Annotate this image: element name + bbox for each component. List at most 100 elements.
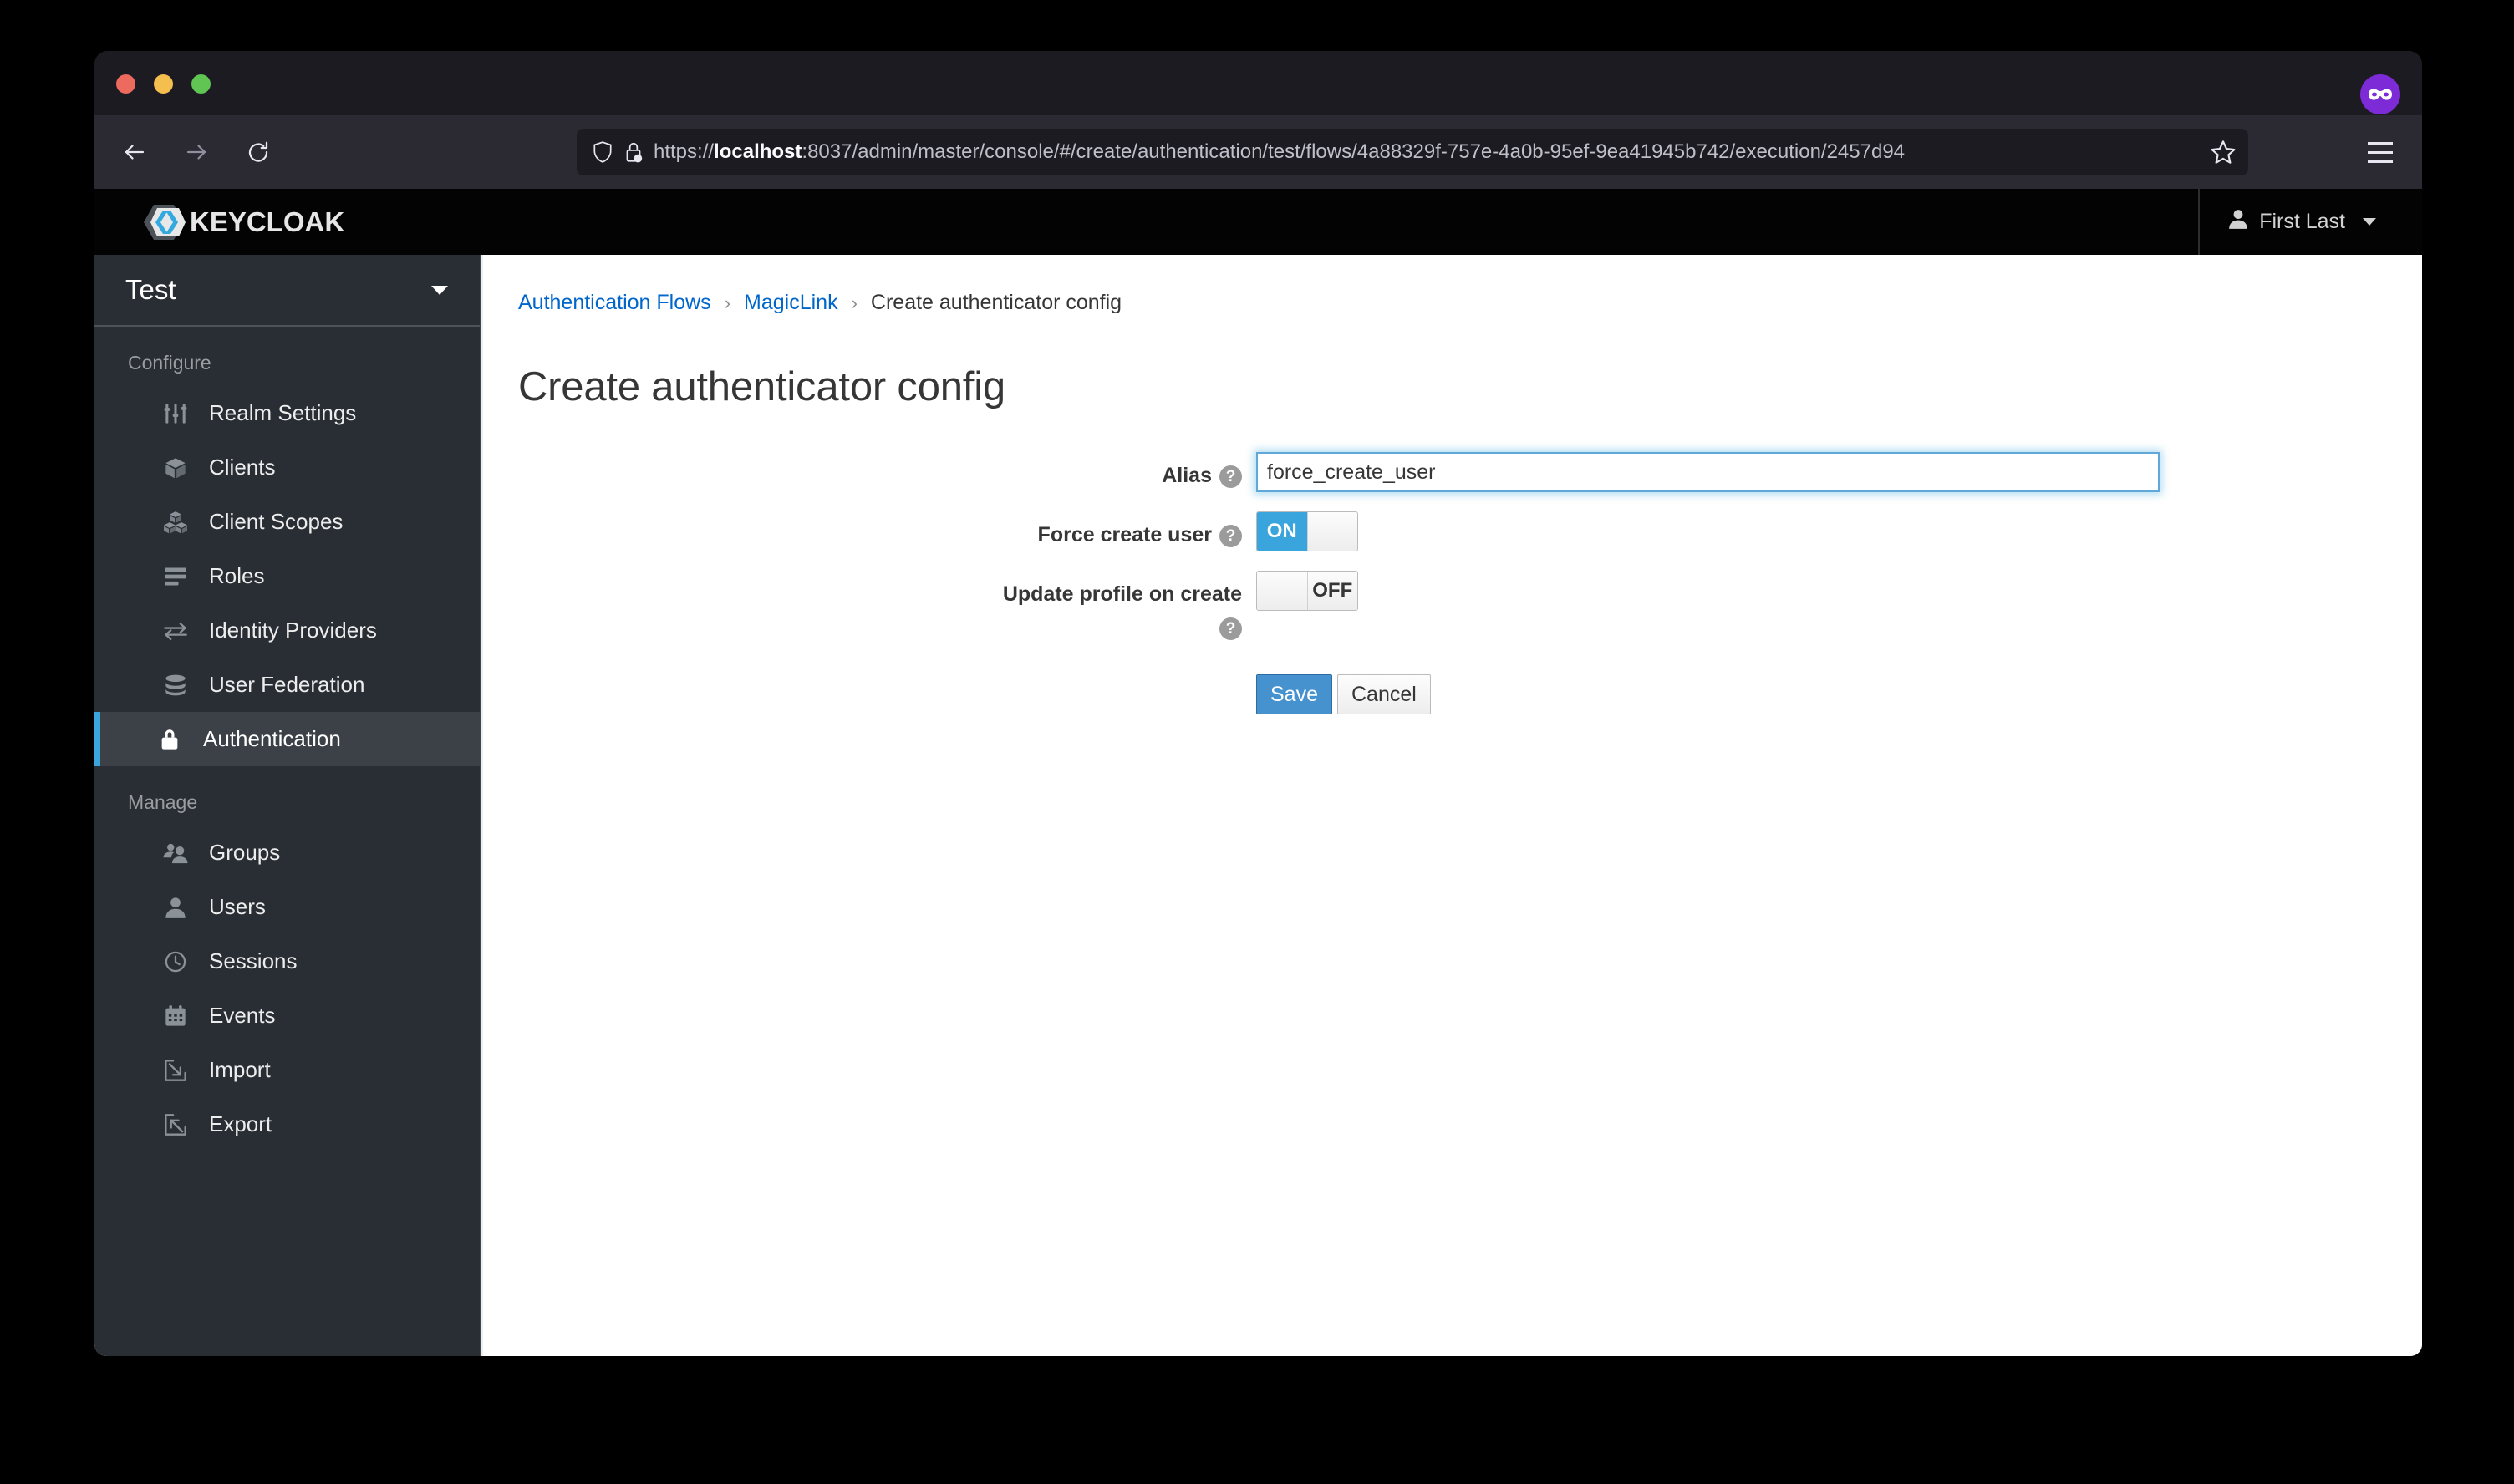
- help-circle-icon[interactable]: ?: [1219, 617, 1242, 640]
- sidebar-item-label: Client Scopes: [209, 509, 344, 534]
- sidebar-item-label: Realm Settings: [209, 400, 357, 425]
- masthead-user-area: First Last: [2198, 189, 2422, 255]
- sidebar-item-label: Events: [209, 1003, 276, 1028]
- chevron-right-icon: ›: [851, 292, 858, 313]
- import-arrow-icon: [160, 1059, 191, 1082]
- export-arrow-icon: [160, 1113, 191, 1136]
- sidebar-item-roles[interactable]: Roles: [94, 549, 480, 603]
- list-bars-icon: [160, 565, 191, 588]
- keycloak-masthead: KEYCLOAK First Last: [94, 189, 2422, 255]
- sidebar: Test Configure Realm Settings Clients Cl…: [94, 255, 481, 1356]
- sidebar-item-label: Groups: [209, 840, 281, 865]
- sidebar-item-client-scopes[interactable]: Client Scopes: [94, 495, 480, 549]
- sidebar-item-import[interactable]: Import: [94, 1043, 480, 1097]
- toggle-off-label: OFF: [1307, 572, 1357, 610]
- page-body: Test Configure Realm Settings Clients Cl…: [94, 255, 2422, 1356]
- star-icon[interactable]: [2210, 139, 2237, 165]
- update-profile-on-create-label: Update profile on create ?: [483, 571, 1256, 644]
- sidebar-item-label: Export: [209, 1111, 272, 1136]
- forward-arrow-icon[interactable]: [175, 130, 218, 174]
- page-title: Create authenticator config: [518, 364, 1005, 409]
- nav-section-manage-title: Manage: [128, 791, 198, 813]
- form-actions-spacer: [483, 674, 1256, 714]
- lock-icon: [155, 728, 185, 751]
- form-row-alias: Alias?: [483, 452, 2422, 492]
- alias-label: Alias?: [483, 452, 1256, 492]
- svg-text:KEYCLOAK: KEYCLOAK: [190, 206, 344, 237]
- force-create-user-toggle[interactable]: ON OFF: [1256, 511, 1358, 551]
- chevron-down-icon: [431, 285, 448, 295]
- breadcrumb-item-current: Create authenticator config: [870, 291, 1122, 314]
- update-profile-on-create-label-text: Update profile on create: [1002, 582, 1242, 606]
- user-menu-button[interactable]: First Last: [2228, 208, 2376, 236]
- reload-icon[interactable]: [237, 130, 280, 174]
- users-group-icon: [160, 841, 191, 865]
- browser-tab-strip: Keycloak Admin Console: [94, 51, 2422, 180]
- realm-selector[interactable]: Test: [94, 255, 480, 327]
- form-actions: Save Cancel: [483, 674, 2422, 714]
- user-icon: [2228, 208, 2248, 236]
- page-viewport: KEYCLOAK First Last Test Configure Realm…: [94, 189, 2422, 1356]
- shield-icon[interactable]: [592, 140, 613, 164]
- window-close-button[interactable]: [116, 74, 135, 94]
- toggle-off-label: OFF: [1306, 512, 1357, 551]
- sidebar-item-events[interactable]: Events: [94, 988, 480, 1043]
- keycloak-hexagon-logo-icon[interactable]: KEYCLOAK: [142, 203, 408, 241]
- sidebar-item-label: User Federation: [209, 672, 365, 697]
- sidebar-item-realm-settings[interactable]: Realm Settings: [94, 386, 480, 440]
- save-button[interactable]: Save: [1256, 674, 1332, 714]
- update-profile-on-create-toggle[interactable]: ON OFF: [1256, 571, 1358, 611]
- cancel-button[interactable]: Cancel: [1336, 674, 1431, 714]
- form-row-force-create-user: Force create user? ON OFF: [483, 511, 2422, 551]
- url-text[interactable]: https://localhost:8037/admin/master/cons…: [654, 140, 2201, 164]
- sliders-icon: [160, 402, 191, 425]
- chevron-right-icon: ›: [724, 292, 731, 313]
- help-circle-icon[interactable]: ?: [1219, 465, 1242, 488]
- sidebar-item-clients[interactable]: Clients: [94, 440, 480, 495]
- window-maximize-button[interactable]: [191, 74, 211, 94]
- browser-nav-bar: ! https://localhost:8037/admin/master/co…: [94, 115, 2422, 189]
- user-icon: [160, 896, 191, 919]
- sidebar-item-groups[interactable]: Groups: [94, 826, 480, 880]
- cube-icon: [160, 456, 191, 480]
- back-arrow-icon[interactable]: [113, 130, 156, 174]
- url-bar[interactable]: ! https://localhost:8037/admin/master/co…: [577, 129, 2248, 175]
- cubes-icon: [160, 511, 191, 534]
- window-minimize-button[interactable]: [154, 74, 173, 94]
- breadcrumb-item-authentication-flows[interactable]: Authentication Flows: [518, 291, 711, 315]
- sidebar-item-label: Authentication: [203, 726, 341, 751]
- sidebar-item-export[interactable]: Export: [94, 1097, 480, 1151]
- sidebar-item-label: Users: [209, 894, 266, 919]
- help-circle-icon[interactable]: ?: [1219, 525, 1242, 547]
- sidebar-item-authentication[interactable]: Authentication: [94, 712, 480, 766]
- sidebar-item-sessions[interactable]: Sessions: [94, 934, 480, 988]
- sidebar-item-user-federation[interactable]: User Federation: [94, 658, 480, 712]
- main-content: Authentication Flows › MagicLink › Creat…: [481, 255, 2422, 1356]
- sidebar-item-identity-providers[interactable]: Identity Providers: [94, 603, 480, 658]
- private-browsing-mask-icon[interactable]: [2360, 74, 2400, 114]
- force-create-user-label: Force create user?: [483, 511, 1256, 551]
- toggle-on-label: ON: [1257, 512, 1307, 551]
- breadcrumb: Authentication Flows › MagicLink › Creat…: [483, 255, 2422, 315]
- breadcrumb-item-magiclink[interactable]: MagicLink: [744, 291, 838, 315]
- sidebar-item-label: Roles: [209, 563, 265, 588]
- hamburger-menu-icon[interactable]: [2359, 130, 2402, 174]
- form-row-update-profile-on-create: Update profile on create ? ON OFF: [483, 571, 2422, 644]
- sidebar-item-label: Import: [209, 1057, 271, 1082]
- database-icon: [160, 673, 191, 697]
- sidebar-item-label: Identity Providers: [209, 617, 377, 643]
- sidebar-item-label: Sessions: [209, 948, 298, 973]
- realm-name: Test: [125, 274, 176, 305]
- svg-text:!: !: [637, 155, 639, 163]
- lock-warning-icon[interactable]: !: [623, 140, 644, 164]
- alias-input[interactable]: [1256, 452, 2160, 492]
- sidebar-item-users[interactable]: Users: [94, 880, 480, 934]
- exchange-arrows-icon: [160, 619, 191, 643]
- window-traffic-lights: [116, 74, 211, 94]
- user-menu-label: First Last: [2259, 210, 2345, 233]
- toggle-on-label: ON: [1257, 572, 1308, 610]
- browser-window: Keycloak Admin Console: [94, 51, 2422, 1356]
- authenticator-config-form: Alias? Force create user? ON OFF: [483, 410, 2422, 714]
- calendar-icon: [160, 1004, 191, 1028]
- clock-icon: [160, 950, 191, 973]
